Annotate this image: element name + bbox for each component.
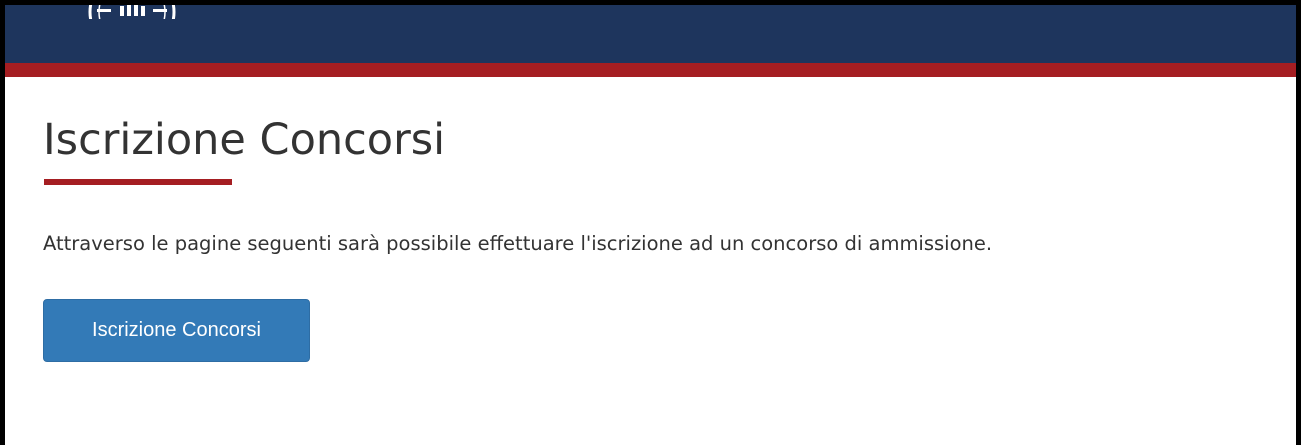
- page-frame: Iscrizione Concorsi Attraverso le pagine…: [0, 0, 1301, 445]
- header-accent-stripe: [5, 63, 1296, 77]
- university-seal-icon[interactable]: [85, 5, 179, 19]
- iscrizione-concorsi-button[interactable]: Iscrizione Concorsi: [43, 299, 310, 362]
- site-header: [5, 5, 1296, 63]
- title-underline: [44, 179, 232, 185]
- page-title: Iscrizione Concorsi: [43, 115, 446, 165]
- intro-text: Attraverso le pagine seguenti sarà possi…: [43, 232, 993, 255]
